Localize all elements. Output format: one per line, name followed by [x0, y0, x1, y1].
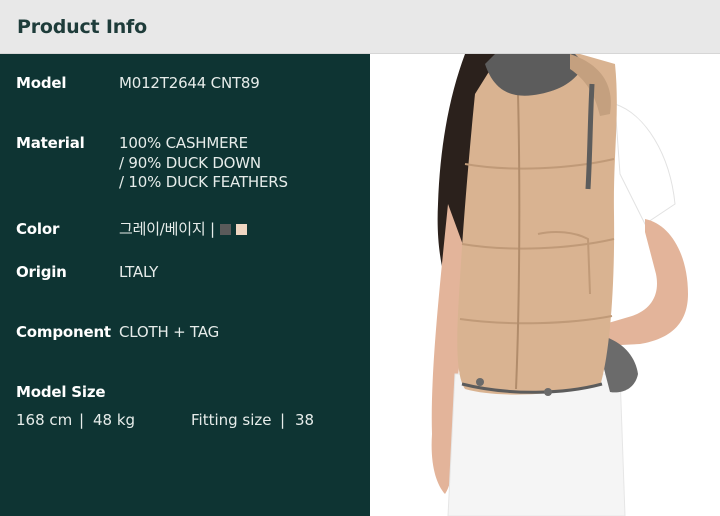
model-weight: 48 kg: [93, 411, 136, 429]
product-photo: [370, 54, 720, 516]
material-value: 100% CASHMERE / 90% DUCK DOWN / 10% DUCK…: [119, 134, 288, 193]
spec-panel: Model M012T2644 CNT89 Material 100% CASH…: [0, 54, 370, 516]
origin-label: Origin: [16, 263, 67, 281]
material-label: Material: [16, 134, 85, 152]
fitting-size-value: 38: [295, 411, 315, 429]
material-line: 100% CASHMERE: [119, 134, 248, 152]
component-label: Component: [16, 323, 111, 341]
color-text: 그레이/베이지 |: [119, 220, 215, 238]
model-size-row: 168 cm | 48 kg Fitting size | 38: [16, 411, 356, 431]
material-line: / 10% DUCK FEATHERS: [119, 173, 288, 191]
color-value: 그레이/베이지 |: [119, 220, 247, 240]
page-title: Product Info: [17, 16, 147, 38]
header-bar: Product Info: [0, 0, 720, 54]
material-line: / 90% DUCK DOWN: [119, 153, 261, 172]
model-value: M012T2644 CNT89: [119, 74, 260, 92]
beige-color-swatch: [235, 224, 247, 235]
model-label: Model: [16, 74, 67, 92]
fitting-size-label: Fitting size: [191, 411, 272, 429]
origin-value: LTALY: [119, 263, 159, 281]
color-label: Color: [16, 220, 60, 238]
component-value: CLOTH + TAG: [119, 323, 220, 341]
size-separator: |: [79, 411, 85, 429]
model-size-label: Model Size: [16, 383, 106, 401]
gray-color-swatch: [219, 224, 231, 235]
size-separator: |: [280, 411, 286, 429]
model-height: 168 cm: [16, 411, 73, 429]
